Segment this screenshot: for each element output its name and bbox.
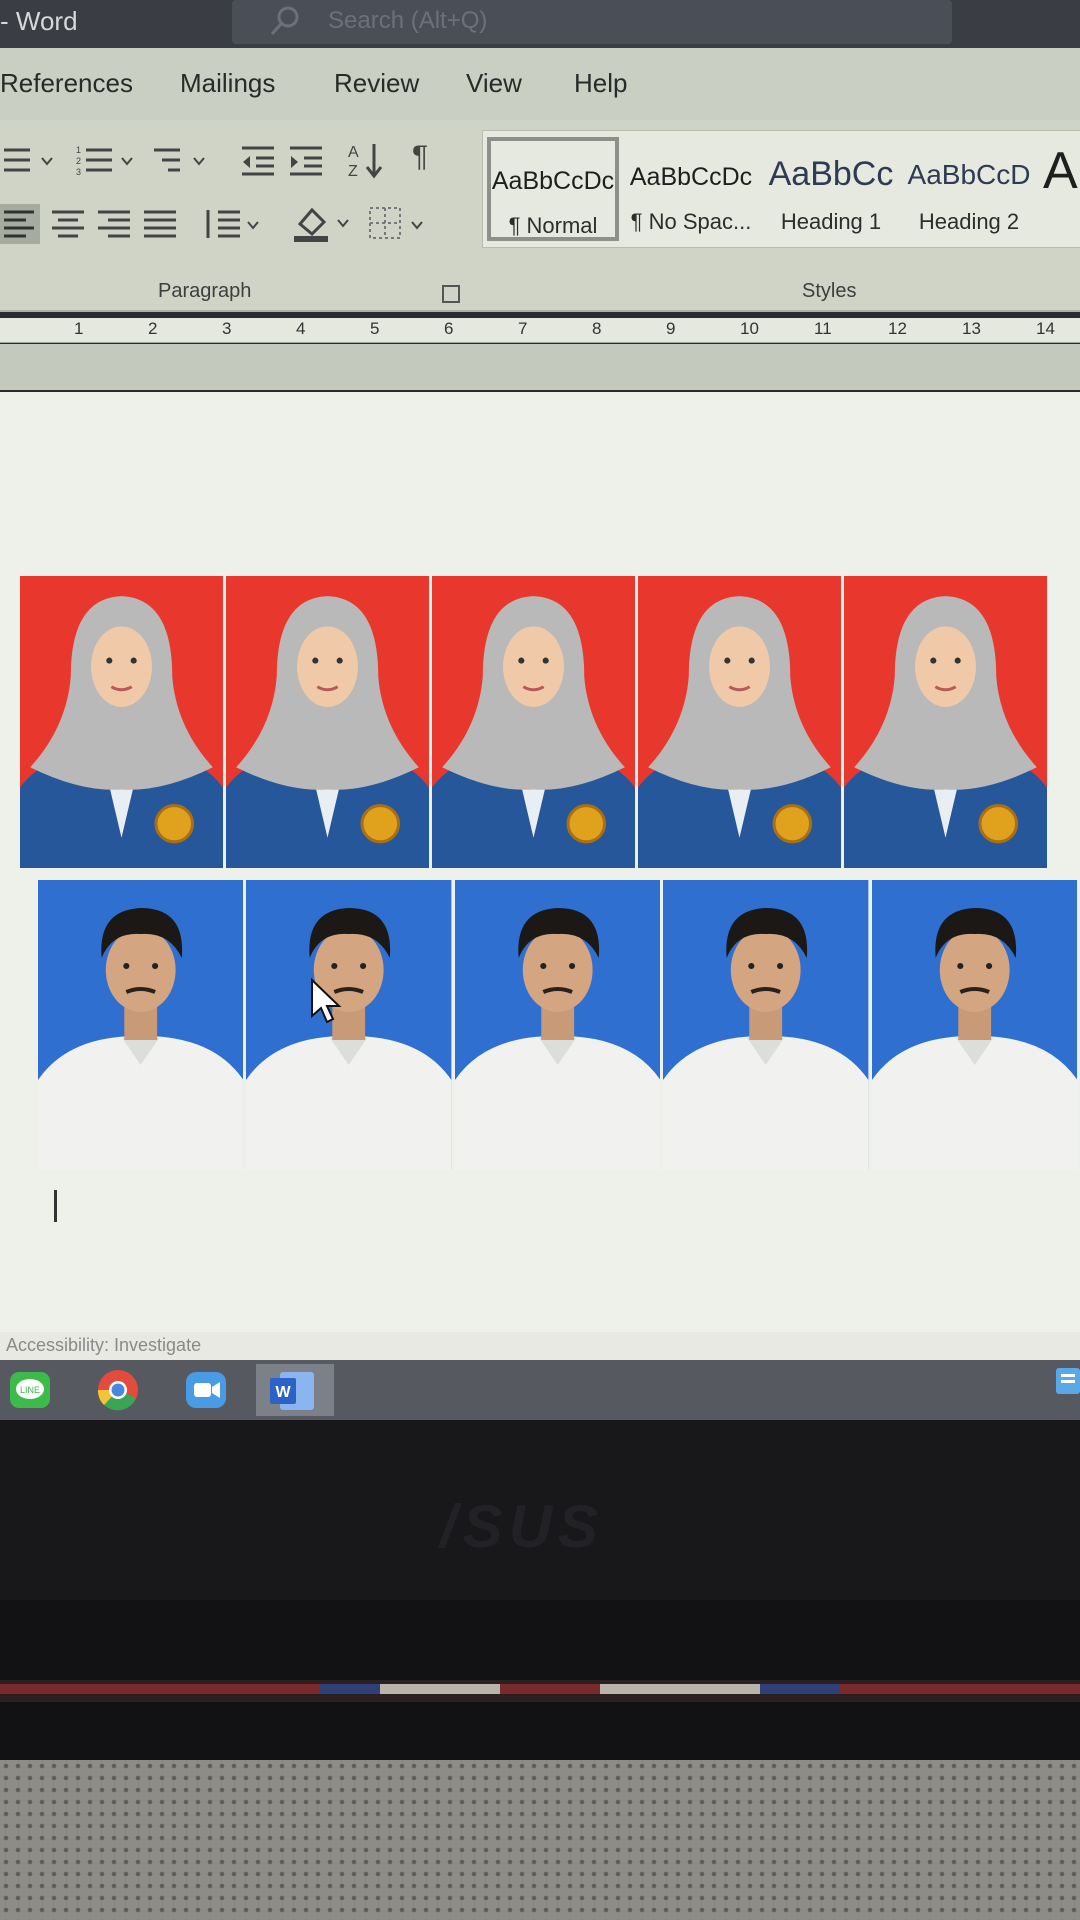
tab-references[interactable]: References (0, 68, 133, 99)
shading-icon[interactable] (292, 202, 354, 244)
accessibility-status[interactable]: Accessibility: Investigate (6, 1335, 201, 1356)
ribbon: 123 A Z ¶ Paragraph AaBbCcDc ¶ Normal Aa… (0, 120, 1080, 312)
ruler-number: 5 (370, 319, 380, 338)
word-icon: W (270, 1372, 314, 1410)
svg-text:1: 1 (76, 145, 81, 155)
zoom-icon (186, 1372, 226, 1408)
style-no-spacing[interactable]: AaBbCcDc ¶ No Spac... (625, 137, 757, 241)
justify-icon[interactable] (142, 204, 178, 244)
show-formatting-marks-icon[interactable]: ¶ (412, 140, 428, 174)
style-name: Heading 1 (780, 209, 882, 234)
svg-text:LINE: LINE (20, 1385, 40, 1395)
style-name: Heading 2 (918, 209, 1020, 234)
ruler-number: 1 (74, 319, 84, 338)
search-icon (270, 6, 299, 36)
taskbar-word[interactable]: W (256, 1364, 334, 1416)
male-portrait-photo[interactable] (38, 880, 244, 1170)
style-sample: AaBbCcD (907, 159, 1031, 190)
male-portrait-photo[interactable] (454, 880, 661, 1170)
style-sample: AaBbCc (768, 155, 894, 193)
tab-mailings[interactable]: Mailings (180, 68, 275, 99)
ruler-number: 7 (518, 319, 528, 338)
taskbar: LINE W (0, 1360, 1080, 1420)
line-spacing-icon[interactable] (200, 204, 262, 244)
paragraph-group-label: Paragraph (158, 280, 252, 302)
search-placeholder: Search (Alt+Q) (328, 7, 488, 34)
borders-icon[interactable] (366, 204, 430, 244)
ruler-number: 8 (592, 319, 602, 338)
screen: - Word Search (Alt+Q) References Mailing… (0, 0, 1080, 1420)
taskbar-line[interactable]: LINE (0, 1364, 60, 1416)
laptop-brand-logo: /SUS (440, 1493, 605, 1560)
speaker-grille (0, 1760, 1080, 1920)
sort-icon[interactable]: A Z (346, 140, 386, 180)
style-name: ¶ Normal (508, 213, 598, 238)
ruler-number: 9 (666, 319, 676, 338)
numbering-icon[interactable]: 123 (74, 144, 140, 178)
style-sample: A (1043, 142, 1078, 200)
widget-icon[interactable] (1056, 1368, 1080, 1394)
app-title: - Word (0, 6, 78, 36)
tab-view[interactable]: View (466, 68, 522, 99)
style-normal[interactable]: AaBbCcDc ¶ Normal (487, 137, 619, 241)
horizontal-ruler[interactable]: 1 2 3 4 5 6 7 8 9 10 11 12 13 14 (0, 318, 1080, 343)
line-icon: LINE (10, 1372, 50, 1408)
ruler-number: 2 (148, 319, 158, 338)
style-sample: AaBbCcDc (491, 167, 615, 195)
taskbar-chrome[interactable] (88, 1364, 148, 1416)
ruler-number: 3 (222, 319, 232, 338)
svg-text:3: 3 (76, 167, 81, 177)
hijab-portrait-photo[interactable] (226, 576, 429, 868)
svg-text:2: 2 (76, 156, 81, 166)
title-bar: - Word Search (Alt+Q) (0, 0, 1080, 48)
tab-review[interactable]: Review (334, 68, 419, 99)
paragraph-dialog-launcher-icon[interactable] (442, 285, 460, 303)
hijab-portrait-photo[interactable] (20, 576, 223, 868)
styles-group-label: Styles (802, 280, 857, 302)
status-bar: Accessibility: Investigate (0, 1332, 1080, 1360)
ruler-number: 14 (1036, 319, 1055, 338)
ruler-number: 4 (296, 319, 306, 338)
photo-row-blue (38, 880, 1080, 1170)
svg-text:W: W (275, 1384, 291, 1401)
multilevel-list-icon[interactable] (150, 144, 212, 178)
styles-gallery: AaBbCcDc ¶ Normal AaBbCcDc ¶ No Spac... … (482, 130, 1080, 248)
text-caret (54, 1190, 57, 1222)
ruler-numbers: 1 2 3 4 5 6 7 8 9 10 11 12 13 14 (0, 318, 1080, 342)
hijab-portrait-photo[interactable] (638, 576, 841, 868)
style-title[interactable]: A (1043, 137, 1080, 241)
ribbon-tabs: References Mailings Review View Help (0, 48, 1080, 120)
male-portrait-photo[interactable] (246, 880, 452, 1170)
increase-indent-icon[interactable] (286, 144, 326, 178)
hinge-stripe (0, 1680, 1080, 1702)
photo-row-red (20, 576, 1050, 868)
svg-text:A: A (348, 144, 359, 161)
hijab-portrait-photo[interactable] (844, 576, 1047, 868)
chrome-icon (97, 1370, 138, 1411)
taskbar-zoom[interactable] (176, 1364, 236, 1416)
align-right-icon[interactable] (96, 204, 132, 244)
ruler-number: 12 (888, 319, 907, 338)
align-left-icon[interactable] (0, 204, 40, 244)
tab-help[interactable]: Help (574, 68, 627, 99)
bullets-icon[interactable] (0, 144, 58, 178)
decrease-indent-icon[interactable] (238, 144, 278, 178)
male-portrait-photo[interactable] (663, 880, 869, 1170)
ruler-number: 11 (814, 319, 832, 338)
style-sample: AaBbCcDc (629, 163, 753, 191)
style-name: ¶ No Spac... (630, 209, 752, 234)
ruler-number: 6 (444, 319, 454, 338)
align-center-icon[interactable] (50, 204, 86, 244)
ruler-number: 10 (740, 319, 759, 338)
hijab-portrait-photo[interactable] (432, 576, 635, 868)
search-box[interactable]: Search (Alt+Q) (232, 0, 952, 44)
mouse-pointer-icon (311, 978, 342, 1024)
svg-text:Z: Z (348, 163, 358, 180)
male-portrait-photo[interactable] (871, 880, 1077, 1170)
document-gutter (0, 344, 1080, 390)
style-heading-2[interactable]: AaBbCcD Heading 2 (903, 137, 1035, 241)
ruler-number: 13 (962, 319, 981, 338)
style-heading-1[interactable]: AaBbCc Heading 1 (765, 137, 897, 241)
